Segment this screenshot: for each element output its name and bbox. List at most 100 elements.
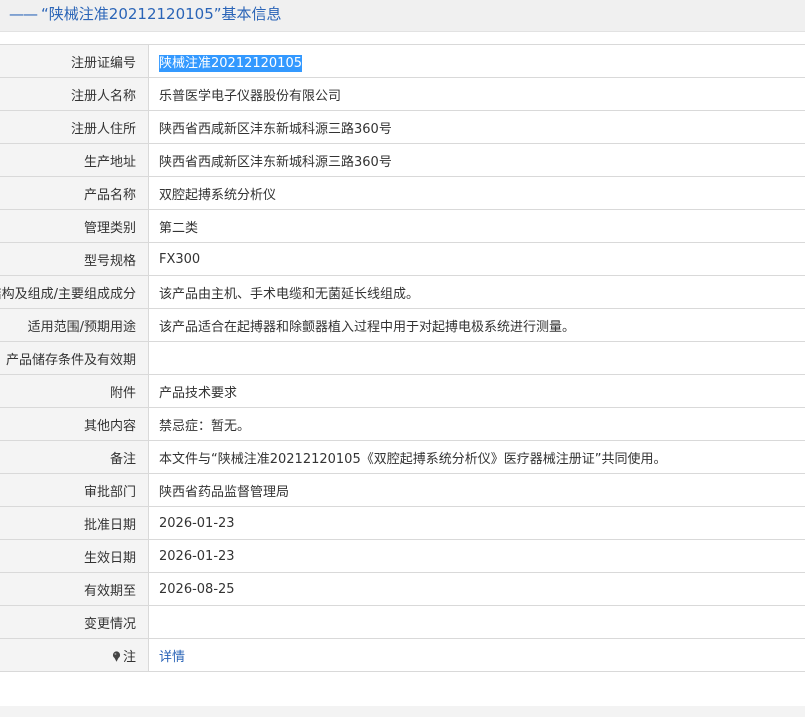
row-label: 注册人住所 bbox=[70, 121, 136, 137]
row-value: 双腔起搏系统分析仪 bbox=[159, 187, 277, 203]
title-text: “陕械注准20212120105”基本信息 bbox=[41, 5, 282, 23]
row-value-cell: 2026-01-23 bbox=[148, 506, 805, 540]
title-dash: —— bbox=[9, 5, 38, 23]
note-label: 注 bbox=[122, 649, 136, 665]
row-value: 本文件与“陕械注准20212120105《双腔起搏系统分析仪》医疗器械注册证”共… bbox=[159, 451, 667, 467]
row-label-cell: 备注 bbox=[0, 440, 149, 474]
row-value: 2026-01-23 bbox=[159, 515, 235, 531]
row-label-cell: 有效期至 bbox=[0, 572, 149, 606]
row-value-cell: 本文件与“陕械注准20212120105《双腔起搏系统分析仪》医疗器械注册证”共… bbox=[148, 440, 805, 474]
row-value: 禁忌症：暂无。 bbox=[159, 418, 251, 434]
note-label-cell: 注 bbox=[0, 638, 149, 672]
pin-icon bbox=[112, 650, 121, 662]
row-label: 结构及组成/主要组成成分 bbox=[0, 286, 136, 302]
row-value-cell: FX300 bbox=[148, 242, 805, 276]
row-value-cell bbox=[148, 341, 805, 375]
row-label: 注册证编号 bbox=[70, 55, 136, 71]
row-label-cell: 附件 bbox=[0, 374, 149, 408]
row-label: 审批部门 bbox=[83, 484, 136, 500]
row-value-cell: 陕西省西咸新区沣东新城科源三路360号 bbox=[148, 143, 805, 177]
details-link[interactable]: 详情 bbox=[159, 650, 185, 665]
table-row: 生效日期 2026-01-23 bbox=[0, 539, 805, 573]
row-value-cell: 双腔起搏系统分析仪 bbox=[148, 176, 805, 210]
table-row: 适用范围/预期用途 该产品适合在起搏器和除颤器植入过程中用于对起搏电极系统进行测量… bbox=[0, 308, 805, 342]
row-value: 乐普医学电子仪器股份有限公司 bbox=[159, 88, 342, 104]
row-label: 产品名称 bbox=[83, 187, 136, 203]
row-label: 附件 bbox=[109, 385, 136, 401]
row-value-cell: 陕西省西咸新区沣东新城科源三路360号 bbox=[148, 110, 805, 144]
section-title: —— “陕械注准20212120105”基本信息 bbox=[9, 4, 282, 24]
row-value: 陕西省西咸新区沣东新城科源三路360号 bbox=[159, 154, 392, 170]
row-label-cell: 型号规格 bbox=[0, 242, 149, 276]
row-value: 产品技术要求 bbox=[159, 385, 238, 401]
row-value-cell: 陕械注准20212120105 bbox=[148, 44, 805, 78]
row-value-cell: 2026-08-25 bbox=[148, 572, 805, 606]
row-value: 该产品适合在起搏器和除颤器植入过程中用于对起搏电极系统进行测量。 bbox=[159, 319, 576, 335]
row-value: FX300 bbox=[159, 251, 201, 267]
bottom-bar bbox=[0, 706, 805, 717]
row-value-cell: 该产品由主机、手术电缆和无菌延长线组成。 bbox=[148, 275, 805, 309]
row-value: 第二类 bbox=[159, 220, 199, 236]
row-label-cell: 注册人住所 bbox=[0, 110, 149, 144]
section-header: —— “陕械注准20212120105”基本信息 bbox=[0, 0, 805, 32]
row-value-cell: 乐普医学电子仪器股份有限公司 bbox=[148, 77, 805, 111]
row-value: 陕西省西咸新区沣东新城科源三路360号 bbox=[159, 121, 392, 137]
row-value-cell: 禁忌症：暂无。 bbox=[148, 407, 805, 441]
row-value: 2026-08-25 bbox=[159, 581, 235, 597]
row-label-cell: 生效日期 bbox=[0, 539, 149, 573]
row-label: 型号规格 bbox=[83, 253, 136, 269]
row-label: 注册人名称 bbox=[70, 88, 136, 104]
table-row: 有效期至 2026-08-25 bbox=[0, 572, 805, 606]
table-row: 结构及组成/主要组成成分 该产品由主机、手术电缆和无菌延长线组成。 bbox=[0, 275, 805, 309]
row-label: 变更情况 bbox=[83, 616, 136, 632]
row-label-cell: 注册证编号 bbox=[0, 44, 149, 78]
note-value-cell: 详情 bbox=[148, 638, 805, 672]
table-row-note: 注 详情 bbox=[0, 638, 805, 672]
row-value-cell: 陕西省药品监督管理局 bbox=[148, 473, 805, 507]
row-label-cell: 变更情况 bbox=[0, 605, 149, 639]
row-label-cell: 审批部门 bbox=[0, 473, 149, 507]
table-row: 产品名称 双腔起搏系统分析仪 bbox=[0, 176, 805, 210]
row-label: 生效日期 bbox=[83, 550, 136, 566]
table-row: 批准日期 2026-01-23 bbox=[0, 506, 805, 540]
selected-text: 陕械注准20212120105 bbox=[159, 54, 302, 72]
row-label-cell: 管理类别 bbox=[0, 209, 149, 243]
row-value-cell: 第二类 bbox=[148, 209, 805, 243]
table-row: 注册人住所 陕西省西咸新区沣东新城科源三路360号 bbox=[0, 110, 805, 144]
row-label: 适用范围/预期用途 bbox=[27, 319, 136, 335]
row-label-cell: 适用范围/预期用途 bbox=[0, 308, 149, 342]
table-row: 产品储存条件及有效期 bbox=[0, 341, 805, 375]
table-row: 其他内容 禁忌症：暂无。 bbox=[0, 407, 805, 441]
row-value-cell: 产品技术要求 bbox=[148, 374, 805, 408]
table-row: 管理类别 第二类 bbox=[0, 209, 805, 243]
row-label: 批准日期 bbox=[83, 517, 136, 533]
row-label: 产品储存条件及有效期 bbox=[5, 352, 136, 368]
note-label-wrap: 注 bbox=[112, 650, 136, 665]
row-label-cell: 产品储存条件及有效期 bbox=[0, 341, 149, 375]
row-label: 有效期至 bbox=[83, 583, 136, 599]
row-label-cell: 批准日期 bbox=[0, 506, 149, 540]
row-label-cell: 结构及组成/主要组成成分 bbox=[0, 275, 149, 309]
table-row: 注册证编号 陕械注准20212120105 bbox=[0, 44, 805, 78]
table-row: 变更情况 bbox=[0, 605, 805, 639]
table-row: 生产地址 陕西省西咸新区沣东新城科源三路360号 bbox=[0, 143, 805, 177]
table-row: 附件 产品技术要求 bbox=[0, 374, 805, 408]
row-label-cell: 其他内容 bbox=[0, 407, 149, 441]
table-row: 型号规格 FX300 bbox=[0, 242, 805, 276]
row-value: 陕西省药品监督管理局 bbox=[159, 484, 290, 500]
row-label: 其他内容 bbox=[83, 418, 136, 434]
row-value-cell: 2026-01-23 bbox=[148, 539, 805, 573]
row-label-cell: 生产地址 bbox=[0, 143, 149, 177]
row-value-cell: 该产品适合在起搏器和除颤器植入过程中用于对起搏电极系统进行测量。 bbox=[148, 308, 805, 342]
table-row: 备注 本文件与“陕械注准20212120105《双腔起搏系统分析仪》医疗器械注册证… bbox=[0, 440, 805, 474]
row-label: 管理类别 bbox=[83, 220, 136, 236]
row-label-cell: 注册人名称 bbox=[0, 77, 149, 111]
row-value-cell bbox=[148, 605, 805, 639]
info-table: 注册证编号 陕械注准20212120105 注册人名称 乐普医学电子仪器股份有限公司注… bbox=[0, 44, 805, 672]
row-value: 该产品由主机、手术电缆和无菌延长线组成。 bbox=[159, 286, 420, 302]
row-label-cell: 产品名称 bbox=[0, 176, 149, 210]
row-label: 生产地址 bbox=[83, 154, 136, 170]
row-label: 备注 bbox=[109, 451, 136, 467]
table-row: 审批部门 陕西省药品监督管理局 bbox=[0, 473, 805, 507]
row-value: 2026-01-23 bbox=[159, 548, 235, 564]
